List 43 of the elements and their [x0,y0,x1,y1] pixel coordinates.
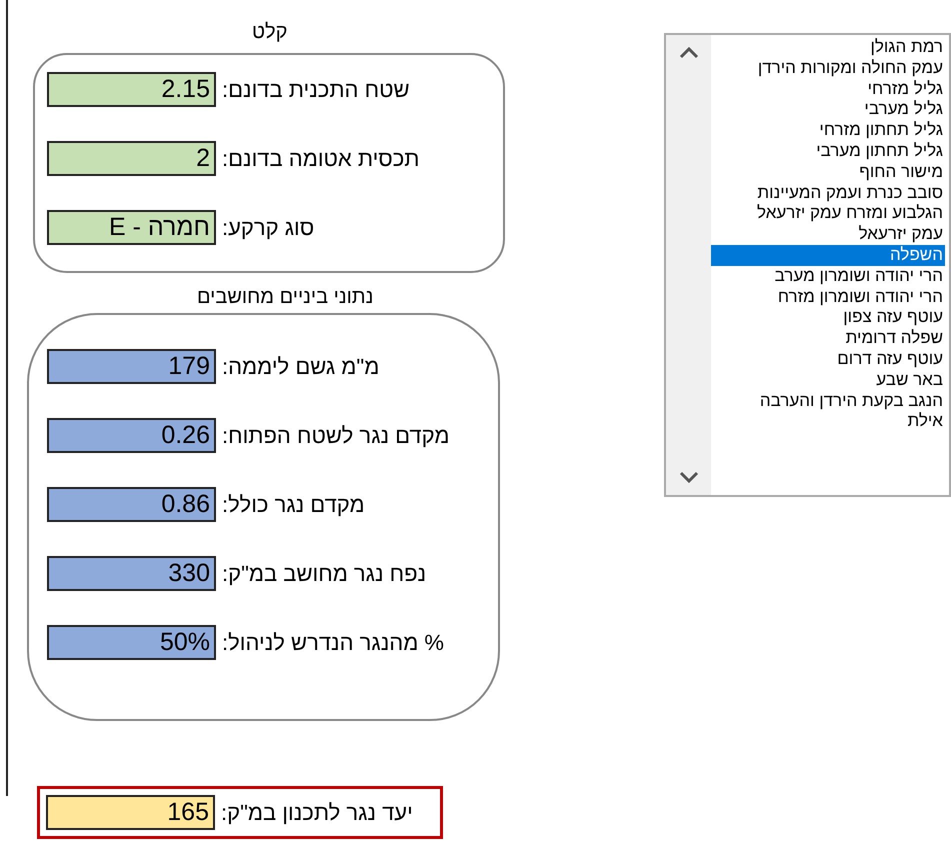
scroll-down-icon[interactable] [678,471,699,483]
list-item[interactable]: עמק החולה ומקורות הירדן [711,58,945,79]
scroll-up-icon[interactable] [678,47,699,59]
list-item[interactable]: עמק יזרעאל [711,224,945,245]
section-title: נתוני ביניים מחושבים [197,285,374,309]
value-field[interactable]: 50% [47,625,216,660]
list-item[interactable]: שפלה דרומית [711,328,945,349]
list-item[interactable]: הנגב בקעת הירדן והערבה [711,390,945,412]
list-item[interactable]: באר שבע [711,370,945,391]
field-label: נפח נגר מחושב במ"ק: [222,560,426,588]
list-item[interactable]: עוטף עזה דרום [711,348,945,370]
field-label: יעד נגר לתכנון במ"ק: [221,799,413,827]
list-item[interactable]: הגלבוע ומזרח עמק יזרעאל [711,203,945,224]
field-label: סוג קרקע: [222,214,314,242]
scrollbar[interactable] [666,35,712,495]
value-field[interactable]: 330 [47,556,216,591]
value-field[interactable]: 165 [46,795,215,830]
list-item[interactable]: רמת הגולן [711,37,945,58]
field-label: מ"מ גשם ליממה: [222,353,380,381]
list-item[interactable]: מישור החוף [711,162,945,183]
field-label: % מהנגר הנדרש לניהול: [222,629,444,657]
list-item[interactable]: הרי יהודה ושומרון מערב [711,266,945,287]
list-item[interactable]: גליל תחתון מזרחי [711,120,945,141]
field-label: שטח התכנית בדונם: [222,76,410,104]
list-item[interactable]: עוטף עזה צפון [711,307,945,328]
section-title: קלט [252,20,288,44]
value-field[interactable]: 2.15 [47,72,216,107]
region-listbox[interactable] [664,33,951,497]
value-field[interactable]: 0.26 [47,418,216,453]
list-item[interactable]: הרי יהודה ושומרון מזרח [711,286,945,308]
list-item[interactable]: גליל מערבי [711,99,945,120]
list-item[interactable]: השפלה [711,244,945,266]
field-label: מקדם נגר כולל: [222,491,365,519]
list-item[interactable]: גליל תחתון מערבי [711,140,945,162]
value-field[interactable]: 0.86 [47,487,216,522]
value-field[interactable]: חמרה - E [47,210,216,245]
value-field[interactable]: 179 [47,349,216,384]
value-field[interactable]: 2 [47,141,216,176]
field-label: מקדם נגר לשטח הפתוח: [222,422,450,450]
field-label: תכסית אטומה בדונם: [222,145,420,173]
list-item[interactable]: אילת [711,411,945,432]
list-item[interactable]: סובב כנרת ועמק המעיינות [711,182,945,204]
list-item[interactable]: גליל מזרחי [711,78,945,100]
